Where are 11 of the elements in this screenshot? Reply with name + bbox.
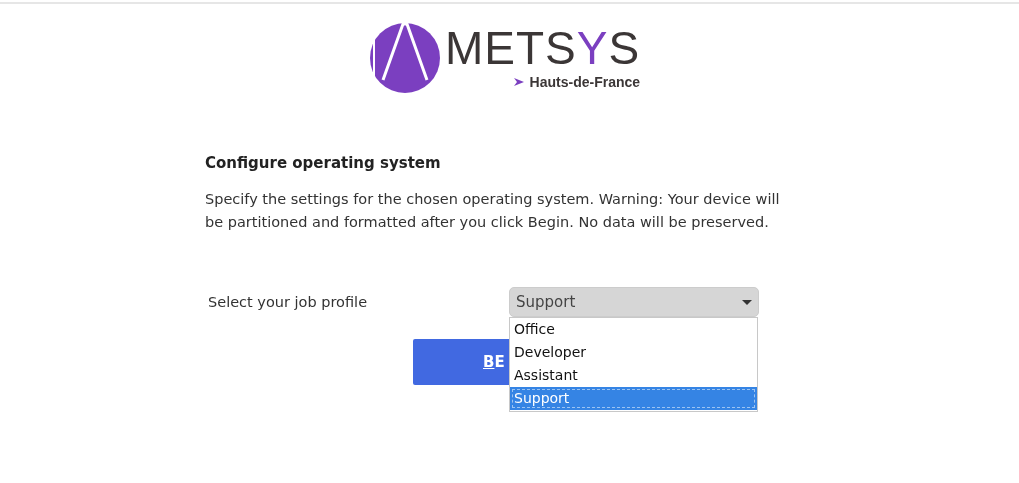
section-heading: Configure operating system <box>205 154 442 172</box>
chevron-icon <box>512 77 525 87</box>
description-text: Specify the settings for the chosen operating system. Warning: Your device will be partitioned and formatted after you click Begin. No data will be preserved. <box>205 190 781 232</box>
logo-wordmark: METSYS <box>444 26 641 70</box>
field-label: Select your job profile <box>208 294 369 310</box>
dropdown-option[interactable]: Office <box>510 318 757 341</box>
dropdown-caret-icon <box>742 299 752 305</box>
logo-emblem-icon <box>368 22 441 94</box>
dropdown-option[interactable]: Support <box>510 387 757 410</box>
job-profile-select[interactable]: Support <box>509 287 759 317</box>
logo-tagline: Hauts-de-France <box>529 74 641 90</box>
